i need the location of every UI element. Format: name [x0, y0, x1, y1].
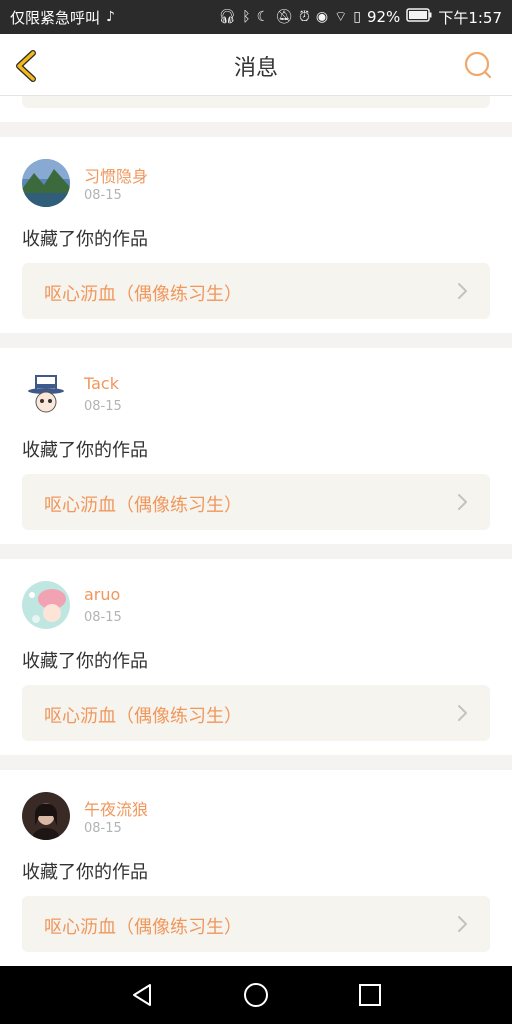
status-left: 仅限紧急呼叫 ♪ — [10, 7, 115, 28]
chevron-right-icon — [458, 283, 467, 299]
alarm-icon: ⏰︎ — [298, 9, 310, 25]
nav-back-button[interactable] — [128, 981, 156, 1009]
wifi-icon: ⌔ — [334, 9, 348, 25]
message-card: 午夜流狼 08-15 收藏了你的作品 呕心沥血（偶像练习生） — [0, 770, 512, 966]
work-link[interactable]: 呕心沥血（偶像练习生） — [22, 685, 490, 741]
message-date: 08-15 — [84, 188, 122, 203]
battery-alert-icon: ▯ — [353, 9, 361, 25]
message-action: 收藏了你的作品 — [22, 651, 148, 672]
recents-square-icon — [359, 984, 381, 1006]
carrier-text: 仅限紧急呼叫 — [10, 8, 101, 27]
pink-hat-avatar-image — [22, 581, 70, 629]
tiktok-icon: ♪ — [106, 9, 115, 25]
avatar[interactable] — [22, 159, 70, 207]
system-nav-bar — [0, 966, 512, 1024]
nav-home-button[interactable] — [242, 981, 270, 1009]
message-card: 习惯隐身 08-15 收藏了你的作品 呕心沥血（偶像练习生） — [0, 137, 512, 333]
username[interactable]: 午夜流狼 — [84, 796, 148, 820]
work-link[interactable]: 呕心沥血（偶像练习生） — [22, 896, 490, 952]
clock-time: 下午1:57 — [438, 8, 502, 27]
battery-icon — [406, 8, 432, 26]
landscape-avatar-image — [22, 159, 70, 207]
portrait-avatar-image — [22, 792, 70, 840]
message-date: 08-15 — [84, 821, 122, 836]
app-header: 消息 — [0, 34, 512, 96]
username[interactable]: 习惯隐身 — [84, 163, 148, 187]
message-action: 收藏了你的作品 — [22, 440, 148, 461]
bluetooth-icon: ᛒ — [242, 9, 251, 25]
moon-icon: ☾ — [256, 9, 270, 25]
mute-icon: 🔕︎ — [275, 9, 293, 25]
chevron-right-icon — [458, 916, 467, 932]
chevron-right-icon — [458, 494, 467, 510]
work-title: 呕心沥血（偶像练习生） — [44, 917, 242, 938]
work-link[interactable]: 呕心沥血（偶像练习生） — [22, 474, 490, 530]
work-link[interactable]: 呕心沥血（偶像练习生） — [22, 263, 490, 319]
chevron-right-icon — [458, 705, 467, 721]
message-action: 收藏了你的作品 — [22, 229, 148, 250]
home-circle-icon — [244, 983, 268, 1007]
back-triangle-icon — [133, 984, 151, 1006]
work-title: 呕心沥血（偶像练习生） — [44, 495, 242, 516]
message-date: 08-15 — [84, 399, 122, 414]
search-icon — [464, 51, 492, 79]
previous-work-remnant — [22, 96, 490, 108]
status-right: 🎧︎ ᛒ ☾ 🔕︎ ⏰︎ ◉ ⌔ ▯ 92% 下午1:57 — [218, 7, 502, 28]
message-card: Tack 08-15 收藏了你的作品 呕心沥血（偶像练习生） — [0, 348, 512, 544]
eye-icon: ◉ — [315, 9, 329, 25]
work-title: 呕心沥血（偶像练习生） — [44, 706, 242, 727]
message-date: 08-15 — [84, 610, 122, 625]
work-title: 呕心沥血（偶像练习生） — [44, 284, 242, 305]
search-button[interactable] — [464, 51, 492, 79]
status-bar: 仅限紧急呼叫 ♪ 🎧︎ ᛒ ☾ 🔕︎ ⏰︎ ◉ ⌔ ▯ 92% 下午1:57 — [0, 0, 512, 34]
previous-card-remnant — [0, 96, 512, 122]
message-list[interactable]: 习惯隐身 08-15 收藏了你的作品 呕心沥血（偶像练习生） Tack 08-1… — [0, 96, 512, 966]
nav-recents-button[interactable] — [356, 981, 384, 1009]
message-card: aruo 08-15 收藏了你的作品 呕心沥血（偶像练习生） — [0, 559, 512, 755]
cartoon-hat-avatar-image — [22, 370, 70, 418]
avatar[interactable] — [22, 792, 70, 840]
avatar[interactable] — [22, 370, 70, 418]
message-action: 收藏了你的作品 — [22, 862, 148, 883]
username[interactable]: aruo — [84, 585, 120, 604]
avatar[interactable] — [22, 581, 70, 629]
page-title: 消息 — [233, 56, 278, 81]
battery-percent: 92% — [366, 8, 401, 26]
username[interactable]: Tack — [84, 374, 119, 393]
headphones-icon: 🎧︎ — [218, 9, 237, 25]
